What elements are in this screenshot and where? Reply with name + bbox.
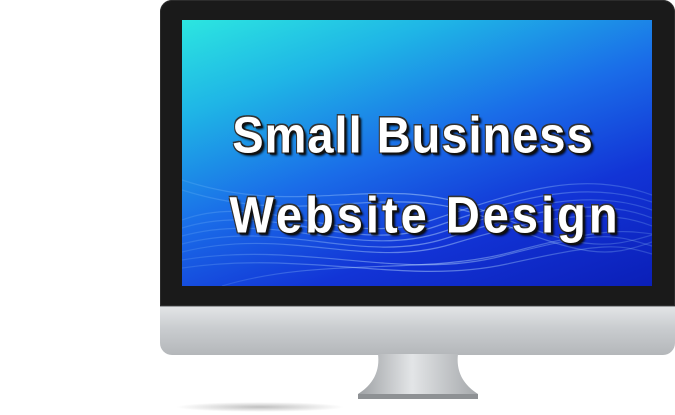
desktop-monitor: Small Business Website Design xyxy=(160,0,675,415)
monitor-screen: Small Business Website Design xyxy=(182,20,652,286)
headline-line-2: Website Design xyxy=(229,185,621,244)
monitor-bezel: Small Business Website Design xyxy=(160,0,675,306)
headline-line-1: Small Business xyxy=(232,105,594,164)
stand-shadow xyxy=(175,402,345,412)
monitor-stand xyxy=(358,354,478,399)
monitor-chin xyxy=(160,306,675,355)
